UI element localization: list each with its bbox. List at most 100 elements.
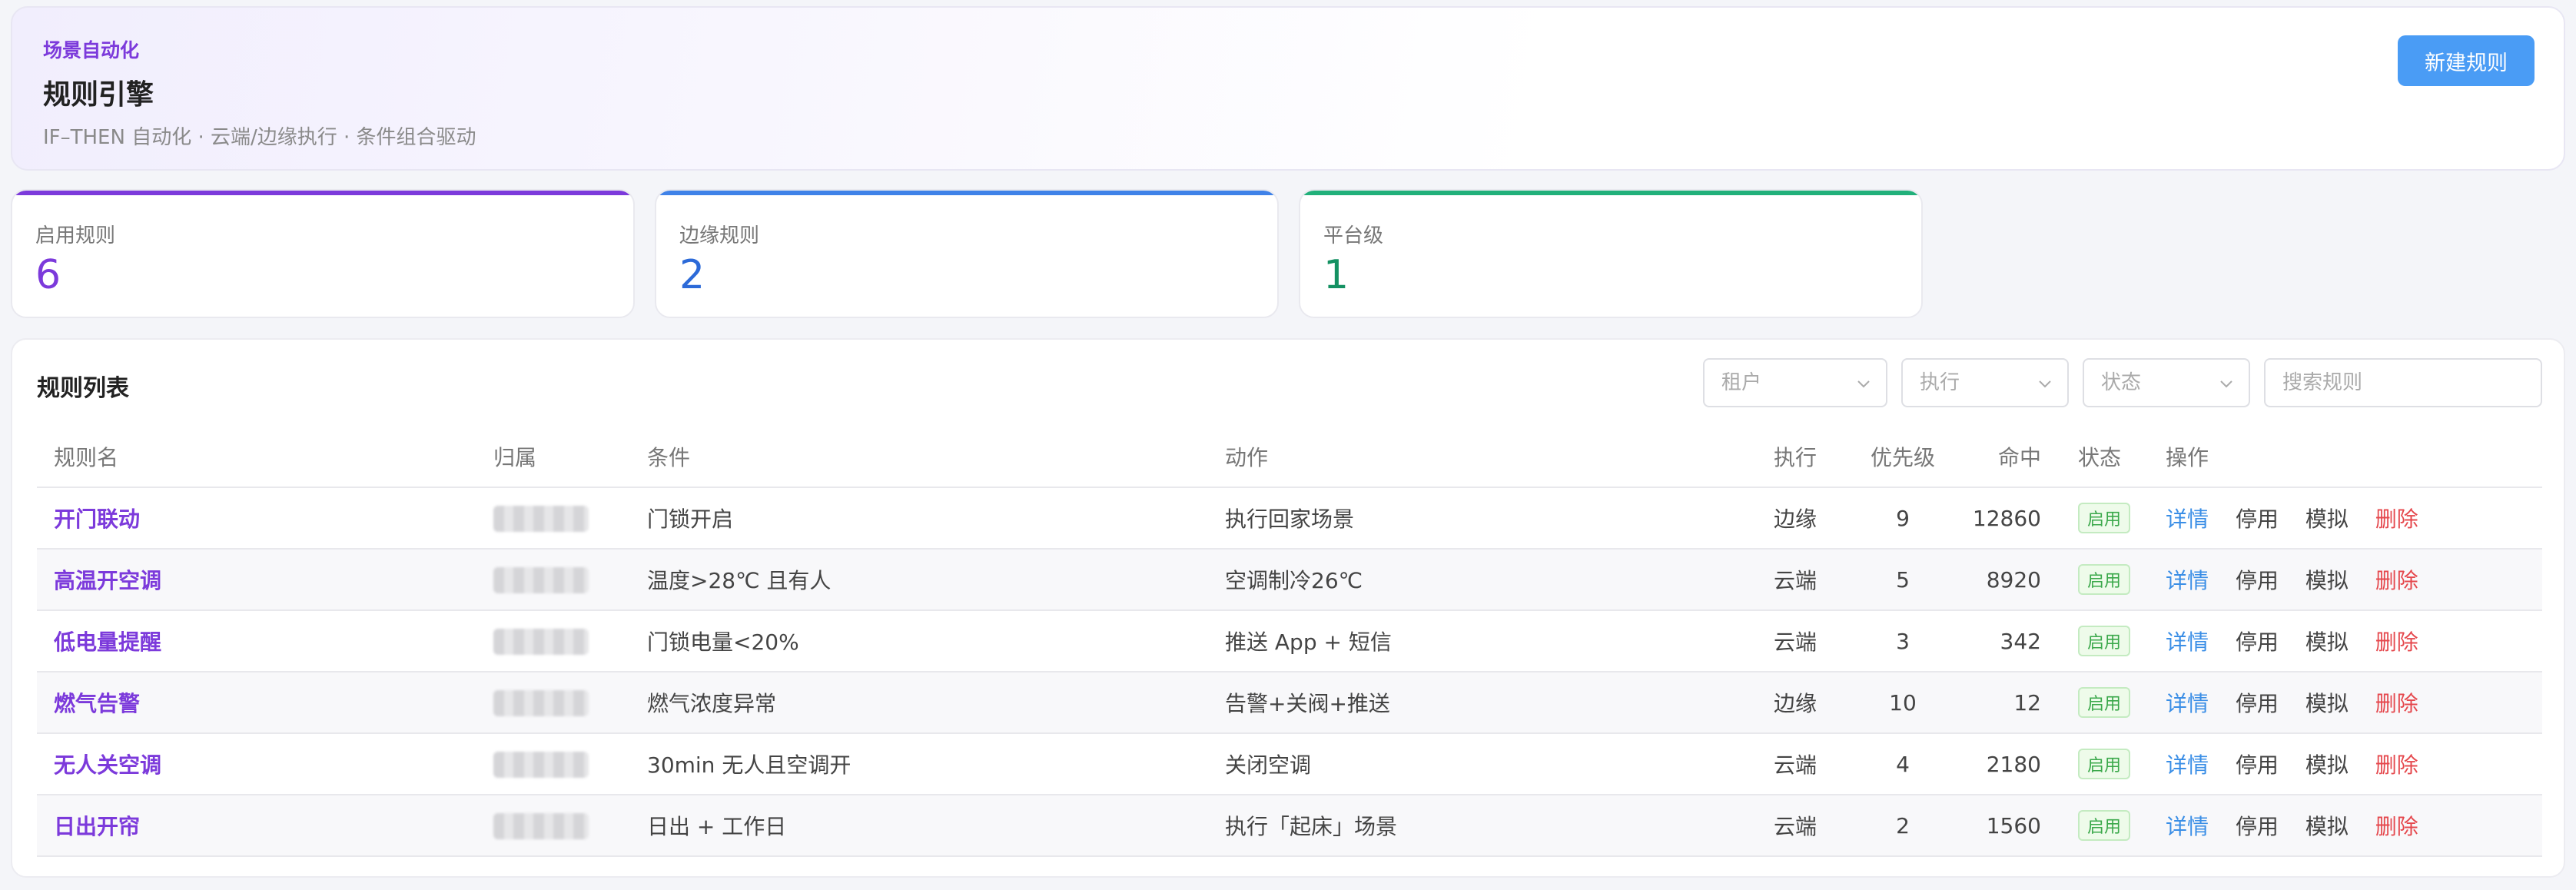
simulate-link[interactable]: 模拟 xyxy=(2305,752,2349,778)
stat-label: 平台级 xyxy=(1323,224,1384,247)
new-rule-button[interactable]: 新建规则 xyxy=(2398,35,2535,86)
detail-link[interactable]: 详情 xyxy=(2166,752,2209,778)
page-title: 规则引擎 xyxy=(43,79,154,111)
hits-cell: 2180 xyxy=(1952,733,2041,795)
exec-cell: 云端 xyxy=(1774,733,1854,795)
stat-label: 启用规则 xyxy=(35,224,116,247)
priority-cell: 3 xyxy=(1854,610,1952,672)
hits-cell: 12 xyxy=(1952,672,2041,734)
detail-link[interactable]: 详情 xyxy=(2166,568,2209,593)
status-badge: 启用 xyxy=(2078,687,2131,718)
disable-link[interactable]: 停用 xyxy=(2236,752,2279,778)
action-cell: 推送 App + 短信 xyxy=(1225,610,1774,672)
detail-link[interactable]: 详情 xyxy=(2166,691,2209,716)
owner-cell xyxy=(493,672,647,734)
stat-label: 边缘规则 xyxy=(679,224,760,247)
status-badge: 启用 xyxy=(2078,503,2131,533)
rules-list-title: 规则列表 xyxy=(37,375,129,402)
delete-link[interactable]: 删除 xyxy=(2375,691,2418,716)
status-cell: 启用 xyxy=(2041,733,2147,795)
status-badge: 启用 xyxy=(2078,626,2131,656)
hits-cell: 342 xyxy=(1952,610,2041,672)
delete-link[interactable]: 删除 xyxy=(2375,568,2418,593)
owner-cell xyxy=(493,610,647,672)
condition-cell: 门锁开启 xyxy=(647,487,1225,550)
exec-filter-select[interactable]: 执行 xyxy=(1901,358,2069,407)
rule-name-link[interactable]: 燃气告警 xyxy=(37,672,493,734)
stat-accent-bar xyxy=(656,191,1277,195)
exec-cell: 边缘 xyxy=(1774,487,1854,550)
hits-cell: 8920 xyxy=(1952,549,2041,611)
stat-value: 2 xyxy=(679,252,705,298)
stat-card-edge-rules: 边缘规则 2 xyxy=(655,189,1279,318)
rules-list-card: 规则列表 租户 执行 状态 搜索规则 规则名 归属 条件 动作 执行 优先级 命… xyxy=(11,338,2565,878)
simulate-link[interactable]: 模拟 xyxy=(2305,506,2349,532)
stat-card-platform-level: 平台级 1 xyxy=(1299,189,1923,318)
ops-cell: 详情 停用 模拟 删除 xyxy=(2147,733,2542,795)
rule-name-link[interactable]: 开门联动 xyxy=(37,487,493,550)
delete-link[interactable]: 删除 xyxy=(2375,629,2418,655)
column-header-ops: 操作 xyxy=(2147,426,2542,488)
priority-cell: 10 xyxy=(1854,672,1952,734)
ops-cell: 详情 停用 模拟 删除 xyxy=(2147,672,2542,734)
rule-search-input[interactable]: 搜索规则 xyxy=(2264,358,2542,407)
table-header-row: 规则名 归属 条件 动作 执行 优先级 命中 状态 操作 xyxy=(37,426,2542,488)
page-header: 场景自动化 规则引擎 IF–THEN 自动化 · 云端/边缘执行 · 条件组合驱… xyxy=(11,6,2565,171)
stat-accent-bar xyxy=(12,191,633,195)
disable-link[interactable]: 停用 xyxy=(2236,629,2279,655)
condition-cell: 门锁电量<20% xyxy=(647,610,1225,672)
disable-link[interactable]: 停用 xyxy=(2236,568,2279,593)
action-cell: 告警+关阀+推送 xyxy=(1225,672,1774,734)
condition-cell: 30min 无人且空调开 xyxy=(647,733,1225,795)
chevron-down-icon xyxy=(2039,380,2051,388)
status-cell: 启用 xyxy=(2041,610,2147,672)
delete-link[interactable]: 删除 xyxy=(2375,506,2418,532)
exec-cell: 云端 xyxy=(1774,610,1854,672)
disable-link[interactable]: 停用 xyxy=(2236,691,2279,716)
priority-cell: 2 xyxy=(1854,795,1952,857)
simulate-link[interactable]: 模拟 xyxy=(2305,629,2349,655)
ops-cell: 详情 停用 模拟 删除 xyxy=(2147,610,2542,672)
rule-name-link[interactable]: 日出开帘 xyxy=(37,795,493,857)
table-row: 低电量提醒 门锁电量<20% 推送 App + 短信 云端 3 342 启用 详… xyxy=(37,610,2542,672)
priority-cell: 5 xyxy=(1854,549,1952,611)
simulate-link[interactable]: 模拟 xyxy=(2305,568,2349,593)
condition-cell: 燃气浓度异常 xyxy=(647,672,1225,734)
exec-filter-label: 执行 xyxy=(1920,371,1960,394)
owner-redacted xyxy=(493,505,589,532)
status-badge: 启用 xyxy=(2078,564,2131,595)
owner-cell xyxy=(493,733,647,795)
detail-link[interactable]: 详情 xyxy=(2166,506,2209,532)
delete-link[interactable]: 删除 xyxy=(2375,814,2418,839)
exec-cell: 云端 xyxy=(1774,795,1854,857)
detail-link[interactable]: 详情 xyxy=(2166,629,2209,655)
simulate-link[interactable]: 模拟 xyxy=(2305,691,2349,716)
status-cell: 启用 xyxy=(2041,795,2147,857)
action-cell: 执行「起床」场景 xyxy=(1225,795,1774,857)
simulate-link[interactable]: 模拟 xyxy=(2305,814,2349,839)
table-row: 燃气告警 燃气浓度异常 告警+关阀+推送 边缘 10 12 启用 详情 停用 模… xyxy=(37,672,2542,734)
status-cell: 启用 xyxy=(2041,487,2147,550)
owner-redacted xyxy=(493,689,589,716)
action-cell: 执行回家场景 xyxy=(1225,487,1774,550)
status-cell: 启用 xyxy=(2041,549,2147,611)
status-filter-select[interactable]: 状态 xyxy=(2083,358,2250,407)
status-cell: 启用 xyxy=(2041,672,2147,734)
owner-cell xyxy=(493,487,647,550)
table-row: 日出开帘 日出 + 工作日 执行「起床」场景 云端 2 1560 启用 详情 停… xyxy=(37,795,2542,857)
owner-redacted xyxy=(493,628,589,655)
condition-cell: 日出 + 工作日 xyxy=(647,795,1225,857)
tenant-filter-select[interactable]: 租户 xyxy=(1703,358,1887,407)
detail-link[interactable]: 详情 xyxy=(2166,814,2209,839)
stat-value: 6 xyxy=(35,252,61,298)
rule-name-link[interactable]: 低电量提醒 xyxy=(37,610,493,672)
disable-link[interactable]: 停用 xyxy=(2236,506,2279,532)
ops-cell: 详情 停用 模拟 删除 xyxy=(2147,549,2542,611)
rule-name-link[interactable]: 无人关空调 xyxy=(37,733,493,795)
action-cell: 空调制冷26℃ xyxy=(1225,549,1774,611)
status-badge: 启用 xyxy=(2078,749,2131,779)
disable-link[interactable]: 停用 xyxy=(2236,814,2279,839)
rule-name-link[interactable]: 高温开空调 xyxy=(37,549,493,611)
column-header-condition: 条件 xyxy=(647,426,1225,488)
delete-link[interactable]: 删除 xyxy=(2375,752,2418,778)
